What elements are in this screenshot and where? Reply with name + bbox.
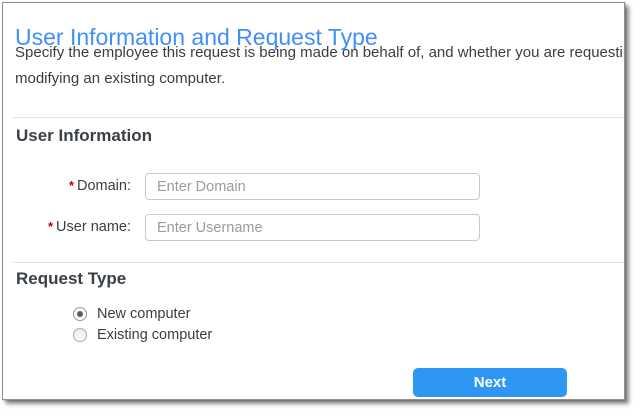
radio-button-icon[interactable]	[73, 328, 87, 342]
radio-option-new-computer[interactable]: New computer	[73, 306, 190, 322]
radio-option-label: New computer	[97, 306, 190, 322]
user-information-section-title: User Information	[16, 126, 152, 146]
radio-option-label: Existing computer	[97, 327, 212, 343]
domain-label-text: Domain:	[77, 178, 131, 194]
page-description-line-2: modifying an existing computer.	[15, 70, 225, 87]
required-marker: *	[69, 178, 74, 193]
page-description-line-1: Specify the employee this request is bei…	[15, 44, 625, 61]
domain-input[interactable]	[145, 173, 480, 200]
username-input[interactable]	[145, 214, 480, 241]
username-label-text: User name:	[56, 219, 131, 235]
request-type-section-title: Request Type	[16, 269, 126, 289]
next-button[interactable]: Next	[413, 368, 567, 397]
domain-label: *Domain:	[3, 178, 131, 194]
radio-option-existing-computer[interactable]: Existing computer	[73, 327, 212, 343]
section-divider	[13, 117, 624, 118]
form-panel: User Information and Request Type Specif…	[2, 2, 625, 400]
radio-button-icon[interactable]	[73, 307, 87, 321]
username-label: *User name:	[3, 219, 131, 235]
section-divider	[13, 262, 624, 263]
required-marker: *	[48, 219, 53, 234]
